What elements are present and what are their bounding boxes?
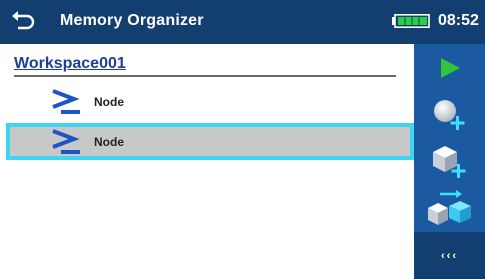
add-cube-icon — [432, 145, 465, 178]
add-circle-icon — [433, 99, 464, 130]
workspace-title[interactable]: Workspace001 — [14, 55, 126, 73]
tree-node[interactable]: Node — [6, 83, 414, 120]
start-button[interactable] — [414, 44, 485, 91]
move-structure-button[interactable] — [414, 185, 485, 232]
play-icon — [440, 57, 460, 78]
more-options-button[interactable]: ‹‹‹ — [414, 232, 485, 279]
page-title: Memory Organizer — [60, 12, 204, 29]
add-structure-button[interactable] — [414, 138, 485, 185]
clock: 08:52 — [438, 12, 479, 29]
side-toolbar: ‹‹‹ — [414, 44, 485, 279]
back-arrow-icon[interactable] — [10, 9, 36, 35]
move-cubes-icon — [427, 189, 471, 225]
more-options-icon: ‹‹‹ — [441, 249, 458, 262]
node-icon — [52, 89, 80, 114]
title-bar: Memory Organizer 08:52 — [0, 0, 485, 44]
node-label: Node — [94, 135, 124, 149]
tree-node-selected[interactable]: Node — [6, 123, 414, 160]
battery-icon — [392, 14, 430, 28]
add-measurement-button[interactable] — [414, 91, 485, 138]
divider — [14, 75, 396, 77]
node-label: Node — [94, 95, 124, 109]
node-icon — [52, 129, 80, 154]
